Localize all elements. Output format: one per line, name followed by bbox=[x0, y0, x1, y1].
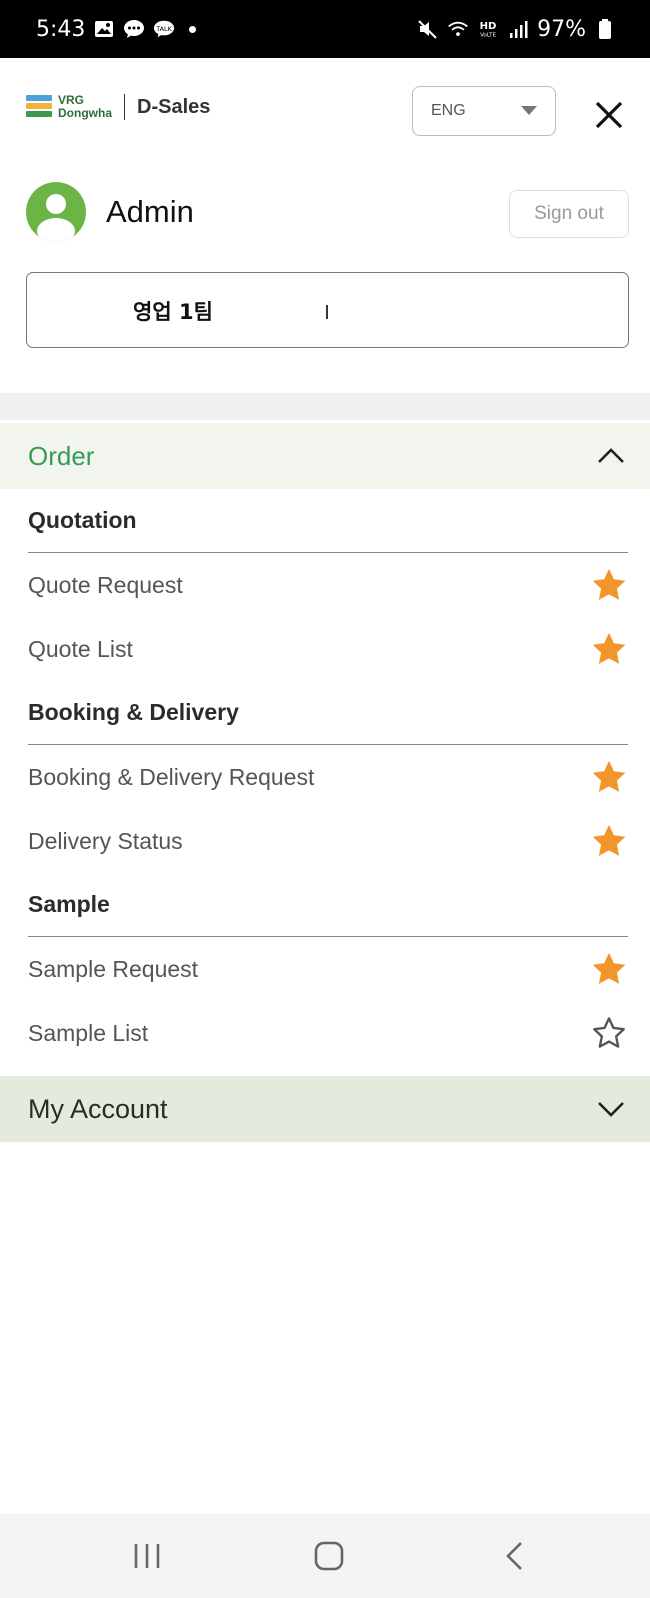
logo-mark-icon bbox=[26, 95, 52, 119]
recent-apps-icon bbox=[134, 1544, 160, 1568]
notification-dot bbox=[189, 25, 197, 33]
menu-item-label: Quote Request bbox=[28, 571, 183, 598]
menu-item-delivery-status[interactable]: Delivery Status bbox=[28, 809, 628, 873]
section-header-sample: Sample bbox=[28, 873, 628, 937]
star-filled-icon[interactable] bbox=[590, 566, 628, 604]
close-button[interactable] bbox=[592, 98, 626, 132]
my-account-title: My Account bbox=[28, 1093, 168, 1124]
caret-down-icon bbox=[521, 106, 537, 115]
user-name: Admin bbox=[106, 194, 194, 229]
message-icon bbox=[123, 18, 145, 40]
menu-item-label: Booking & Delivery Request bbox=[28, 763, 315, 790]
close-icon bbox=[595, 101, 623, 129]
section-header-booking-delivery: Booking & Delivery bbox=[28, 681, 628, 745]
my-account-accordion-header[interactable]: My Account bbox=[0, 1076, 650, 1142]
star-filled-icon[interactable] bbox=[590, 630, 628, 668]
recent-apps-button[interactable] bbox=[127, 1536, 167, 1576]
menu-item-quote-list[interactable]: Quote List bbox=[28, 617, 628, 681]
talk-icon: TALK bbox=[153, 18, 175, 40]
wifi-icon bbox=[447, 18, 469, 40]
battery-percent: 97% bbox=[537, 16, 586, 42]
menu-item-label: Sample List bbox=[28, 1019, 149, 1046]
chevron-up-icon bbox=[598, 448, 624, 463]
mute-icon bbox=[417, 18, 439, 40]
menu-item-sample-request[interactable]: Sample Request bbox=[28, 937, 628, 1001]
text-cursor bbox=[326, 305, 328, 319]
menu-item-booking-delivery-request[interactable]: Booking & Delivery Request bbox=[28, 745, 628, 809]
menu-item-label: Quote List bbox=[28, 635, 133, 662]
team-selector[interactable]: 영업 1팀 bbox=[26, 272, 629, 348]
drawer-header: VRG Dongwha D-Sales ENG bbox=[0, 58, 650, 164]
back-button[interactable] bbox=[494, 1536, 534, 1576]
svg-text:VoLTE: VoLTE bbox=[480, 32, 496, 38]
profile-section: Admin Sign out bbox=[0, 164, 650, 264]
sign-out-button[interactable]: Sign out bbox=[509, 190, 629, 238]
app-name: D-Sales bbox=[137, 95, 211, 118]
order-accordion-header[interactable]: Order bbox=[0, 423, 650, 489]
menu-item-label: Delivery Status bbox=[28, 827, 183, 854]
brand-name: VRG Dongwha bbox=[58, 94, 112, 120]
brand-line-2: Dongwha bbox=[58, 106, 112, 120]
star-filled-icon[interactable] bbox=[590, 758, 628, 796]
hd-voice-icon: HD VoLTE bbox=[477, 18, 499, 40]
status-time: 5:43 bbox=[36, 16, 86, 42]
language-value: ENG bbox=[431, 102, 466, 119]
system-nav-bar bbox=[0, 1514, 650, 1598]
battery-icon bbox=[594, 18, 616, 40]
star-filled-icon[interactable] bbox=[590, 950, 628, 988]
language-select[interactable]: ENG bbox=[412, 86, 556, 136]
order-title: Order bbox=[28, 440, 95, 471]
back-icon bbox=[506, 1542, 522, 1570]
star-filled-icon[interactable] bbox=[590, 822, 628, 860]
svg-text:TALK: TALK bbox=[156, 25, 173, 33]
star-outline-icon[interactable] bbox=[590, 1014, 628, 1052]
menu-item-sample-list[interactable]: Sample List bbox=[28, 1001, 628, 1065]
status-bar: 5:43 TALK HD VoLTE 97% bbox=[0, 0, 650, 58]
svg-text:HD: HD bbox=[480, 21, 497, 32]
section-header-quotation: Quotation bbox=[28, 489, 628, 553]
chevron-down-icon bbox=[598, 1102, 624, 1117]
section-divider bbox=[0, 393, 650, 420]
avatar bbox=[26, 182, 86, 242]
menu-item-label: Sample Request bbox=[28, 955, 199, 982]
home-icon bbox=[314, 1541, 344, 1571]
signal-icon bbox=[507, 18, 529, 40]
brand-logo: VRG Dongwha D-Sales bbox=[26, 94, 210, 120]
home-button[interactable] bbox=[309, 1536, 349, 1576]
menu-item-quote-request[interactable]: Quote Request bbox=[28, 553, 628, 617]
order-menu: Quotation Quote Request Quote List Booki… bbox=[28, 489, 628, 1065]
gallery-icon bbox=[93, 18, 115, 40]
logo-divider bbox=[124, 94, 125, 120]
team-name: 영업 1팀 bbox=[133, 300, 213, 324]
user-icon bbox=[37, 194, 75, 242]
